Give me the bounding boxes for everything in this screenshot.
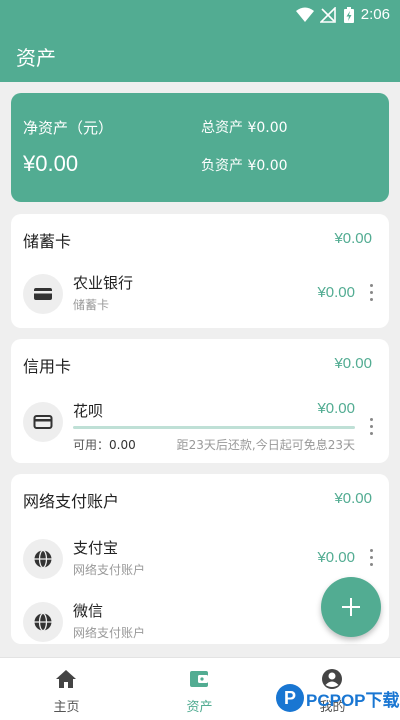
account-type: 储蓄卡 — [73, 298, 110, 312]
group-total: ¥0.00 — [334, 230, 372, 247]
debit-card-group: 储蓄卡 ¥0.00 农业银行 储蓄卡 ¥0.00 — [11, 214, 389, 328]
liabilities-text: 负资产 ¥0.00 — [201, 158, 288, 174]
nav-label: 资产 — [186, 700, 213, 715]
page-title: 资产 — [16, 46, 56, 70]
app-bar: 资产 — [0, 30, 400, 82]
account-balance: ¥0.00 — [317, 549, 355, 566]
more-options-icon[interactable] — [369, 547, 375, 569]
home-icon — [56, 670, 76, 688]
wallet-icon — [190, 671, 208, 687]
status-time: 2:06 — [360, 6, 390, 23]
nav-label: 主页 — [53, 700, 80, 715]
account-item-abc[interactable]: 农业银行 储蓄卡 ¥0.00 — [11, 270, 389, 320]
globe-icon — [34, 612, 52, 632]
add-account-button[interactable] — [321, 577, 381, 637]
net-assets-label: 净资产（元） — [23, 119, 114, 137]
nav-assets[interactable]: 资产 — [133, 658, 266, 720]
no-signal-icon — [320, 7, 336, 23]
account-name: 花呗 — [73, 402, 104, 420]
group-title: 储蓄卡 — [23, 232, 72, 251]
repayment-info: 距23天后还款,今日起可免息23天 — [176, 438, 355, 452]
available-credit: 可用：0.00 — [73, 438, 136, 452]
account-item-alipay[interactable]: 支付宝 网络支付账户 ¥0.00 — [11, 535, 389, 585]
more-options-icon[interactable] — [369, 416, 375, 438]
battery-charging-icon — [344, 7, 354, 23]
group-title: 信用卡 — [23, 357, 72, 376]
group-total: ¥0.00 — [334, 490, 372, 507]
credit-card-group: 信用卡 ¥0.00 花呗 ¥0.00 可用：0.00 距23天后还款,今日起可免… — [11, 339, 389, 463]
watermark-text: PCPOP下载 — [306, 691, 400, 710]
account-balance: ¥0.00 — [317, 400, 355, 417]
account-type: 网络支付账户 — [73, 626, 146, 640]
wallet-icon — [34, 288, 52, 300]
net-assets-summary-card[interactable]: 净资产（元） ¥0.00 总资产 ¥0.00 负资产 ¥0.00 — [11, 93, 389, 202]
account-balance: ¥0.00 — [317, 284, 355, 301]
account-icon-circle — [23, 602, 63, 642]
total-assets-text: 总资产 ¥0.00 — [201, 120, 288, 136]
account-icon-circle — [23, 402, 63, 442]
group-total: ¥0.00 — [334, 355, 372, 372]
account-name: 支付宝 — [73, 539, 119, 557]
account-type: 网络支付账户 — [73, 563, 146, 577]
account-name: 农业银行 — [73, 274, 134, 292]
account-name: 微信 — [73, 602, 104, 620]
globe-icon — [34, 549, 52, 569]
credit-card-icon — [33, 415, 53, 429]
account-icon-circle — [23, 274, 63, 314]
group-title: 网络支付账户 — [23, 492, 120, 511]
watermark-logo: P — [276, 684, 304, 712]
account-icon-circle — [23, 539, 63, 579]
nav-home[interactable]: 主页 — [0, 658, 133, 720]
credit-usage-bar — [73, 426, 355, 429]
account-item-huabei[interactable]: 花呗 ¥0.00 可用：0.00 距23天后还款,今日起可免息23天 — [11, 400, 389, 456]
more-options-icon[interactable] — [369, 282, 375, 304]
wifi-icon — [296, 7, 314, 22]
net-assets-value: ¥0.00 — [23, 151, 79, 176]
status-bar: 2:06 — [0, 0, 400, 30]
